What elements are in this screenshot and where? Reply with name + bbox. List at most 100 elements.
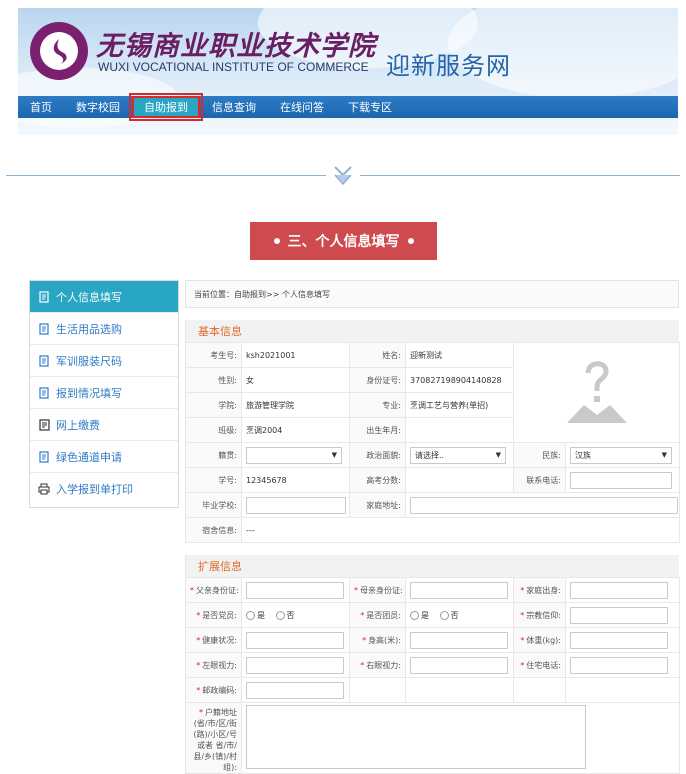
caret-down-icon: ▼: [661, 451, 667, 459]
sidebar-item-report-status[interactable]: 报到情况填写: [30, 377, 178, 409]
family-origin-input[interactable]: [570, 581, 668, 599]
sidebar-item-print-form[interactable]: 入学报到单打印: [30, 473, 178, 505]
home-phone-label: 住宅电话:: [526, 660, 561, 670]
caret-down-icon: ▼: [495, 451, 501, 459]
form-icon: [38, 354, 50, 367]
school-logo[interactable]: [30, 22, 88, 80]
divider-right: [360, 175, 680, 176]
college-value: 旅游管理学院: [241, 392, 350, 418]
school-label: 毕业学校:: [185, 492, 242, 518]
religion-input[interactable]: [570, 606, 668, 624]
postcode-label: 邮政编码:: [202, 685, 237, 695]
sidebar-item-label: 入学报到单打印: [56, 483, 133, 496]
nav-online-qa[interactable]: 在线问答: [268, 96, 336, 118]
league-yes-radio[interactable]: [410, 610, 419, 620]
political-label: 政治面貌:: [349, 442, 406, 468]
bullet-dot-icon: [407, 238, 414, 244]
party-member-label: 是否党员:: [202, 610, 237, 620]
sidebar-item-uniform-size[interactable]: 军训服装尺码: [30, 345, 178, 377]
household-address-label: 户籍地址(省/市/区/街(路)/小区/号 或者 省/市/县/乡(镇)/村组):: [193, 708, 237, 772]
form-icon: [38, 290, 50, 303]
id-label: 身份证号:: [349, 367, 406, 393]
major-label: 专业:: [349, 392, 406, 418]
right-vision-label: 右眼视力:: [366, 660, 401, 670]
gender-label: 性别:: [185, 367, 242, 393]
postcode-input[interactable]: [246, 681, 344, 699]
birth-label: 出生年月:: [349, 417, 406, 443]
sidebar-item-label: 个人信息填写: [56, 290, 122, 304]
school-name-en: WUXI VOCATIONAL INSTITUTE OF COMMERCE: [98, 60, 369, 74]
address-input[interactable]: [410, 496, 678, 514]
form-icon: [38, 386, 50, 399]
class-value: 烹调2004: [241, 417, 350, 443]
name-value: 迎新测试: [405, 342, 514, 368]
sidebar-item-green-channel[interactable]: 绿色通道申请: [30, 441, 178, 473]
origin-label: 籍贯:: [185, 442, 242, 468]
sidebar-item-label: 网上缴费: [56, 418, 100, 432]
score-value: [405, 467, 514, 493]
mother-id-input[interactable]: [410, 581, 508, 599]
school-input[interactable]: [246, 496, 346, 514]
name-label: 姓名:: [349, 342, 406, 368]
bullet-dot-icon: [273, 238, 280, 244]
photo-placeholder[interactable]: [513, 342, 680, 443]
height-input[interactable]: [410, 631, 508, 649]
nav-digital-campus[interactable]: 数字校园: [64, 96, 132, 118]
dorm-value: ---: [241, 517, 680, 543]
main-panel: 当前位置：自助报到>> 个人信息填写 基本信息 考生号: ksh2021001 …: [185, 280, 680, 774]
nav-home[interactable]: 首页: [18, 96, 64, 118]
birth-value: [405, 417, 514, 443]
sidebar-item-label: 军训服装尺码: [56, 354, 122, 368]
sidebar: 个人信息填写 生活用品选购 军训服装尺码 报到情况填写 网上缴费 绿色通道申请 …: [29, 280, 179, 508]
section-banner-text: 三、个人信息填写: [287, 234, 400, 250]
household-address-textarea[interactable]: [246, 705, 586, 769]
extended-info-table: * 父亲身份证: * 母亲身份证: * 家庭出身: * 是否党员: 是 否 * 是否团员:…: [185, 577, 680, 774]
phone-label: 联系电话:: [513, 467, 566, 493]
father-id-label: 父亲身份证:: [196, 585, 239, 595]
sidebar-item-online-payment[interactable]: 网上缴费: [30, 409, 178, 441]
college-label: 学院:: [185, 392, 242, 418]
major-value: 烹调工艺与营养(单招): [405, 392, 514, 418]
phone-input[interactable]: [570, 471, 672, 489]
bill-icon: [38, 418, 50, 431]
health-input[interactable]: [246, 631, 344, 649]
origin-select[interactable]: ▼: [246, 446, 342, 464]
party-no-radio[interactable]: [275, 610, 285, 620]
league-no-radio[interactable]: [439, 610, 449, 620]
site-header: 无锡商业职业技术学院 WUXI VOCATIONAL INSTITUTE OF …: [18, 8, 678, 135]
left-vision-input[interactable]: [246, 656, 344, 674]
form-icon: [38, 450, 50, 463]
school-name-cn: 无锡商业职业技术学院: [96, 31, 376, 62]
political-select[interactable]: 请选择.. ▼: [410, 446, 506, 464]
id-value: 370827198904140828: [405, 367, 514, 393]
sidebar-item-personal-info[interactable]: 个人信息填写: [30, 281, 178, 313]
gender-value: 女: [241, 367, 350, 393]
weight-label: 体重(kg):: [526, 635, 561, 645]
printer-icon: [38, 483, 50, 495]
father-id-input[interactable]: [246, 581, 344, 599]
home-phone-input[interactable]: [570, 656, 668, 674]
divider-left: [6, 175, 326, 176]
extended-info-heading: 扩展信息: [185, 555, 679, 577]
right-vision-input[interactable]: [410, 656, 508, 674]
nav-self-register[interactable]: 自助报到: [129, 93, 203, 121]
basic-info-heading: 基本信息: [185, 320, 679, 342]
student-no-value: 12345678: [241, 467, 350, 493]
mother-id-label: 母亲身份证:: [360, 585, 403, 595]
breadcrumb: 当前位置：自助报到>> 个人信息填写: [185, 280, 679, 308]
health-label: 健康状况:: [202, 635, 237, 645]
sidebar-item-daily-goods[interactable]: 生活用品选购: [30, 313, 178, 345]
nav-info-query[interactable]: 信息查询: [200, 96, 268, 118]
photo-placeholder-icon: [566, 360, 627, 423]
party-yes-radio[interactable]: [246, 610, 255, 620]
content-area: 个人信息填写 生活用品选购 军训服装尺码 报到情况填写 网上缴费 绿色通道申请 …: [5, 272, 683, 774]
weight-input[interactable]: [570, 631, 668, 649]
score-label: 高考分数:: [349, 467, 406, 493]
family-origin-label: 家庭出身:: [526, 585, 561, 595]
basic-info-table: 考生号: ksh2021001 姓名: 迎新测试 性别: 女 身份证号: 370…: [185, 342, 680, 543]
main-nav: 首页 数字校园 自助报到 信息查询 在线问答 下载专区: [18, 93, 678, 121]
nav-downloads[interactable]: 下载专区: [336, 96, 404, 118]
caret-down-icon: ▼: [331, 451, 337, 459]
class-label: 班级:: [185, 417, 242, 443]
ethnic-select[interactable]: 汉族 ▼: [570, 446, 672, 464]
